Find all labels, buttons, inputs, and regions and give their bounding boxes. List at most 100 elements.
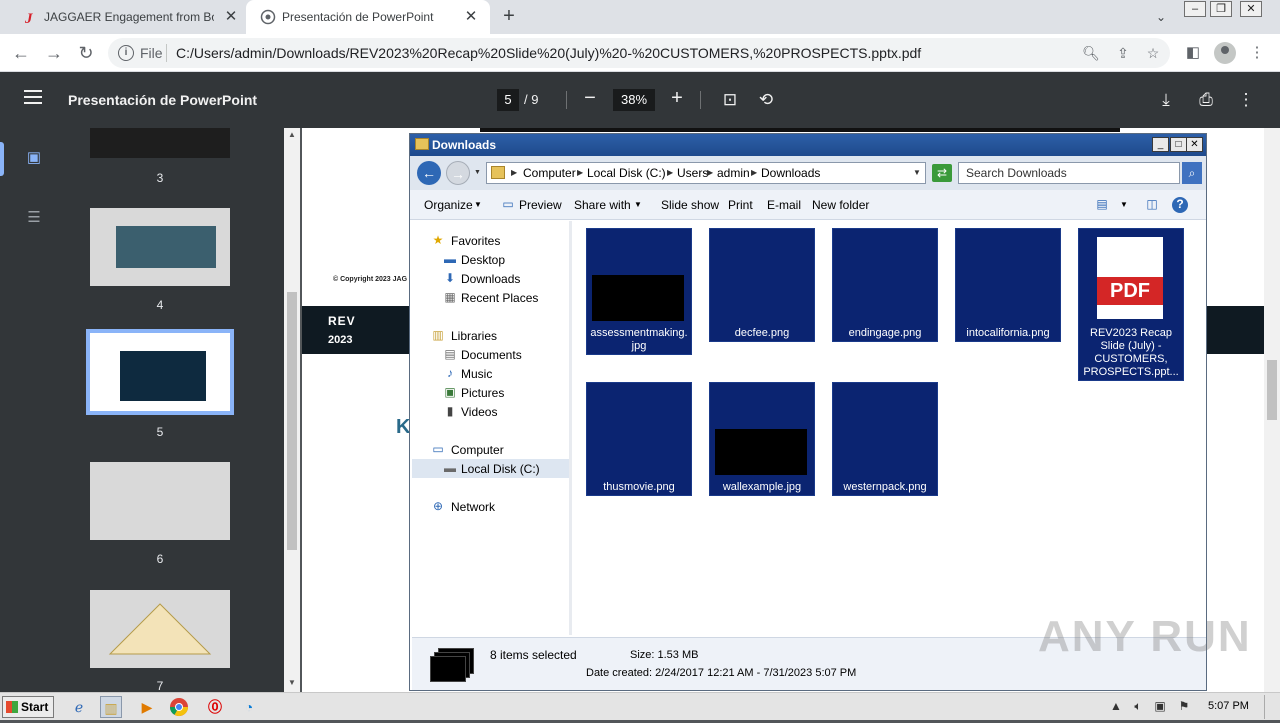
file-item[interactable]: decfee.png [709, 228, 815, 342]
nav-libraries[interactable]: ▥ Libraries [412, 326, 569, 345]
recent-pages-chevron-icon[interactable]: ▼ [474, 169, 481, 176]
print-icon[interactable]: ⎙ [1195, 89, 1217, 111]
scrollbar-thumb[interactable] [287, 292, 297, 550]
nav-videos[interactable]: ▮ Videos [412, 402, 569, 421]
explorer-titlebar[interactable]: Downloads _ □ ✕ [410, 134, 1206, 156]
nav-network[interactable]: ⊕ Network [412, 497, 569, 516]
dropdown-chevron-icon[interactable]: ▼ [913, 166, 921, 180]
tab-powerpoint[interactable]: Presentación de PowerPoint ✕ [246, 0, 490, 34]
thumbnail-page-6[interactable] [90, 462, 230, 540]
forward-arrow-icon[interactable]: → [43, 42, 65, 64]
file-item[interactable]: assessmentmaking. jpg [586, 228, 692, 355]
tab-jaggaer[interactable]: J JAGGAER Engagement from Bojana ✕ [0, 0, 246, 34]
outline-view-icon[interactable]: ☰ [24, 208, 44, 228]
chevron-icon[interactable]: ▶ [511, 166, 517, 180]
slide-show-button[interactable]: Slide show [661, 198, 719, 212]
minimize-button[interactable]: _ [1152, 137, 1169, 152]
breadcrumb[interactable]: ▶ Computer ▶ Local Disk (C:) ▶ Users ▶ a… [486, 162, 926, 184]
security-app-icon[interactable]: ⓪ [204, 696, 226, 718]
more-options-icon[interactable]: ⋮ [1235, 89, 1257, 111]
reload-icon[interactable]: ↻ [75, 42, 97, 64]
close-window-button[interactable]: ✕ [1240, 1, 1262, 17]
preview-pane-icon[interactable]: ◫ [1144, 197, 1160, 211]
new-tab-button[interactable]: + [498, 6, 520, 28]
profile-avatar[interactable] [1214, 42, 1236, 64]
internet-explorer-icon[interactable]: ℯ [68, 696, 90, 718]
zoom-level-input[interactable]: 38% [613, 89, 655, 111]
chevron-icon[interactable]: ▶ [667, 166, 673, 180]
omnibox[interactable]: i File C:/Users/admin/Downloads/REV2023%… [108, 38, 1170, 68]
fit-page-icon[interactable]: ⊡ [719, 89, 741, 111]
breadcrumb-admin[interactable]: admin [717, 166, 750, 180]
file-item[interactable]: thusmovie.png [586, 382, 692, 496]
refresh-icon[interactable]: ⇄ [932, 164, 952, 182]
thumbnail-page-4[interactable] [90, 208, 230, 286]
show-hidden-icons-icon[interactable]: ▲ [1108, 698, 1124, 714]
back-arrow-icon[interactable]: ← [10, 42, 32, 64]
tab-search-chevron-icon[interactable]: ⌄ [1152, 8, 1170, 26]
side-panel-icon[interactable]: ◧ [1182, 42, 1204, 64]
nav-local-disk[interactable]: ▬ Local Disk (C:) [412, 459, 569, 478]
nav-documents[interactable]: ▤ Documents [412, 345, 569, 364]
file-item[interactable]: endingage.png [832, 228, 938, 342]
thumbnail-page-3[interactable] [90, 128, 230, 158]
nav-music[interactable]: ♪ Music [412, 364, 569, 383]
network-tray-icon[interactable]: ▣ [1152, 698, 1168, 714]
menu-hamburger-icon[interactable] [24, 90, 42, 108]
chevron-icon[interactable]: ▶ [707, 166, 713, 180]
dropdown-chevron-icon[interactable]: ▼ [634, 200, 642, 209]
share-icon[interactable]: ⇪ [1114, 44, 1132, 62]
browser-menu-icon[interactable]: ⋮ [1246, 42, 1268, 64]
print-button[interactable]: Print [728, 198, 753, 212]
show-desktop-button[interactable] [1264, 695, 1278, 719]
thumbnail-page-7[interactable] [90, 590, 230, 668]
email-button[interactable]: E-mail [767, 198, 801, 212]
scroll-down-icon[interactable]: ▼ [284, 678, 300, 690]
breadcrumb-local-disk[interactable]: Local Disk (C:) [587, 166, 666, 180]
edge-icon[interactable]: ◔ [238, 696, 260, 718]
search-input[interactable]: Search Downloads [958, 162, 1180, 184]
file-item[interactable]: wallexample.jpg [709, 382, 815, 496]
document-scrollbar[interactable] [1264, 128, 1280, 692]
share-with-button[interactable]: Share with [574, 198, 631, 212]
back-arrow-icon[interactable]: ← [417, 161, 441, 185]
thumbnail-page-5[interactable] [86, 329, 234, 415]
thumbnails-view-icon[interactable]: ▣ [24, 148, 44, 168]
chevron-icon[interactable]: ▶ [751, 166, 757, 180]
close-tab-icon[interactable]: ✕ [222, 8, 240, 26]
zoom-out-button[interactable]: − [578, 87, 602, 111]
nav-downloads[interactable]: ⬇ Downloads [412, 269, 569, 288]
close-button[interactable]: ✕ [1186, 137, 1203, 152]
preview-button[interactable]: Preview [519, 198, 562, 212]
file-item[interactable]: westernpack.png [832, 382, 938, 496]
nav-pictures[interactable]: ▣ Pictures [412, 383, 569, 402]
search-icon[interactable]: ⌕ [1182, 162, 1202, 184]
nav-computer[interactable]: ▭ Computer [412, 440, 569, 459]
rotate-icon[interactable]: ⟲ [755, 89, 777, 111]
chrome-icon[interactable] [168, 696, 190, 718]
file-item[interactable]: intocalifornia.png [955, 228, 1061, 342]
download-icon[interactable]: ⤓ [1155, 89, 1177, 111]
restore-button[interactable]: ❐ [1210, 1, 1232, 17]
nav-desktop[interactable]: ▬ Desktop [412, 250, 569, 269]
zoom-magnifier-icon[interactable]: 🔍︎ [1082, 44, 1100, 62]
breadcrumb-downloads[interactable]: Downloads [761, 166, 820, 180]
file-item[interactable]: PDF REV2023 Recap Slide (July) - CUSTOME… [1078, 228, 1184, 381]
new-folder-button[interactable]: New folder [812, 198, 869, 212]
scroll-up-icon[interactable]: ▲ [284, 130, 300, 142]
page-number-input[interactable]: 5 [497, 89, 519, 111]
taskbar-clock[interactable]: 5:07 PM [1208, 700, 1249, 712]
help-icon[interactable]: ? [1172, 197, 1188, 213]
zoom-in-button[interactable]: + [665, 87, 689, 111]
close-tab-icon[interactable]: ✕ [462, 8, 480, 26]
dropdown-chevron-icon[interactable]: ▼ [1120, 200, 1128, 209]
bookmark-star-icon[interactable]: ☆ [1144, 44, 1162, 62]
breadcrumb-users[interactable]: Users [677, 166, 708, 180]
forward-arrow-icon[interactable]: → [446, 161, 470, 185]
volume-icon[interactable]: 🔈︎ [1130, 698, 1146, 714]
scrollbar-thumb[interactable] [1267, 360, 1277, 420]
minimize-button[interactable]: – [1184, 1, 1206, 17]
site-info-icon[interactable]: i [118, 45, 134, 61]
breadcrumb-computer[interactable]: Computer [523, 166, 576, 180]
nav-favorites[interactable]: ★ Favorites [412, 231, 569, 250]
